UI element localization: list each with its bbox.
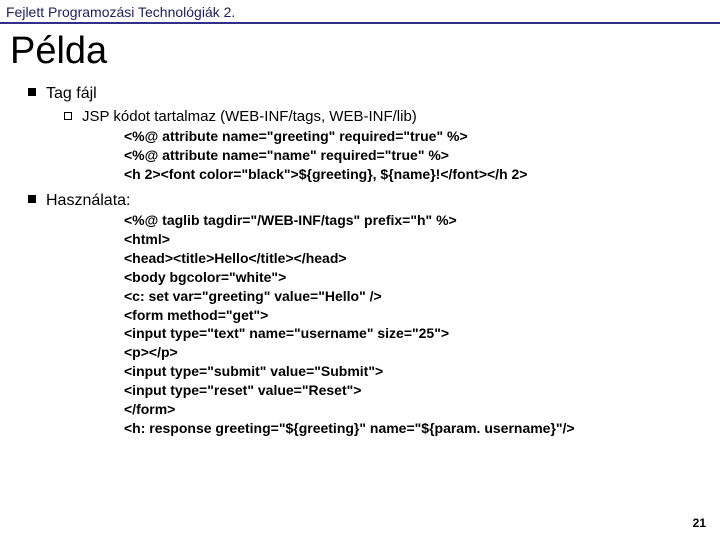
bullet1-text: Tag fájl bbox=[46, 83, 97, 105]
header-text: Fejlett Programozási Technológiák 2. bbox=[6, 4, 235, 20]
page-number: 21 bbox=[693, 516, 706, 530]
square-bullet-icon bbox=[28, 195, 36, 203]
bullet2-text: Használata: bbox=[46, 190, 131, 212]
slide: Fejlett Programozási Technológiák 2. Pél… bbox=[0, 0, 720, 540]
hollow-square-bullet-icon bbox=[64, 112, 72, 120]
sub1-text: JSP kódot tartalmaz (WEB-INF/tags, WEB-I… bbox=[82, 107, 417, 127]
header-bar: Fejlett Programozási Technológiák 2. bbox=[0, 0, 720, 24]
subbullet-jsp: JSP kódot tartalmaz (WEB-INF/tags, WEB-I… bbox=[64, 107, 700, 127]
code-block-usage: <%@ taglib tagdir="/WEB-INF/tags" prefix… bbox=[124, 211, 700, 438]
bullet-usage: Használata: bbox=[28, 190, 700, 212]
bullet-tag-file: Tag fájl bbox=[28, 83, 700, 105]
square-bullet-icon bbox=[28, 88, 36, 96]
code-block-tagfile: <%@ attribute name="greeting" required="… bbox=[124, 127, 700, 184]
page-title: Példa bbox=[0, 24, 720, 79]
content-area: Tag fájl JSP kódot tartalmaz (WEB-INF/ta… bbox=[0, 83, 720, 438]
